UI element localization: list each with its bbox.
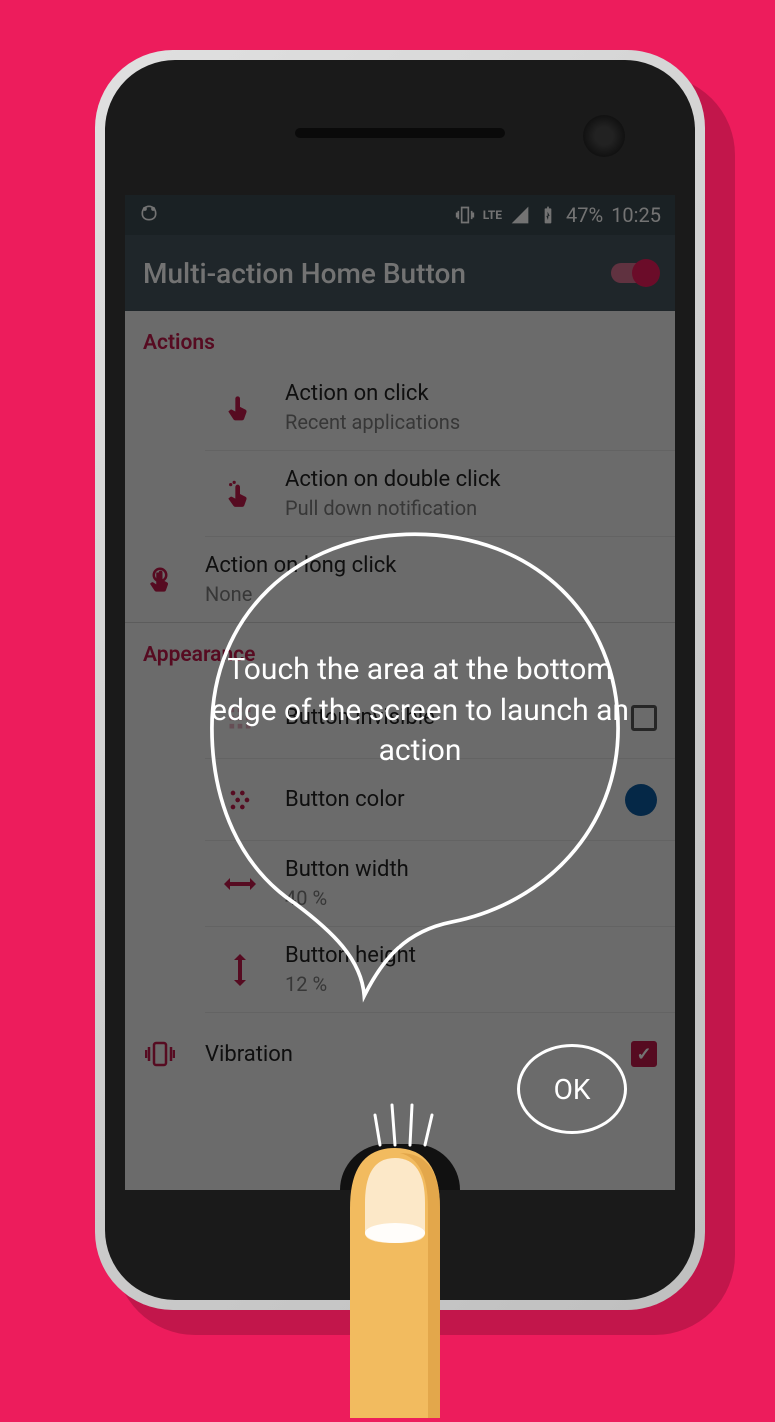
vibrate-icon xyxy=(455,205,475,225)
battery-text: 47% xyxy=(566,203,603,227)
item-subtitle: Recent applications xyxy=(285,410,657,434)
width-arrow-icon xyxy=(223,874,257,894)
ok-button[interactable]: OK xyxy=(517,1044,627,1134)
vibration-icon xyxy=(143,1041,177,1067)
item-title: Action on long click xyxy=(205,553,657,578)
actions-section-header: Actions xyxy=(125,311,675,365)
battery-charging-icon xyxy=(538,205,558,225)
phone-frame: LTE 47% 10:25 Multi-action Home Button A… xyxy=(95,50,705,1310)
app-bar: Multi-action Home Button xyxy=(125,235,675,311)
home-button-target[interactable] xyxy=(340,1144,460,1190)
button-width-item[interactable]: Button width 40 % xyxy=(205,841,675,927)
signal-icon xyxy=(510,205,530,225)
speaker-grill xyxy=(295,128,505,138)
button-height-item[interactable]: Button height 12 % xyxy=(205,927,675,1013)
item-title: Action on double click xyxy=(285,467,657,492)
color-preview xyxy=(625,784,657,816)
dots-icon xyxy=(223,786,257,814)
clock-text: 10:25 xyxy=(611,203,661,227)
tap-icon xyxy=(223,393,257,423)
vibration-checkbox[interactable] xyxy=(631,1041,657,1067)
double-tap-icon xyxy=(223,479,257,509)
item-title: Button height xyxy=(285,943,657,968)
screen: LTE 47% 10:25 Multi-action Home Button A… xyxy=(125,195,675,1190)
status-bar: LTE 47% 10:25 xyxy=(125,195,675,235)
item-subtitle: None xyxy=(205,582,657,606)
cyanogen-icon xyxy=(139,203,159,223)
phone-inner: LTE 47% 10:25 Multi-action Home Button A… xyxy=(105,60,695,1300)
item-title: Button width xyxy=(285,857,657,882)
item-title: Action on click xyxy=(285,381,657,406)
status-right: LTE 47% 10:25 xyxy=(455,203,661,227)
tutorial-text: Touch the area at the bottom edge of the… xyxy=(210,650,630,772)
status-left xyxy=(139,203,159,228)
enable-toggle[interactable] xyxy=(611,263,657,283)
lte-label: LTE xyxy=(483,208,502,222)
height-arrow-icon xyxy=(223,954,257,986)
long-press-icon xyxy=(143,565,177,595)
action-on-double-click-item[interactable]: Action on double click Pull down notific… xyxy=(205,451,675,537)
item-subtitle: 40 % xyxy=(285,886,657,910)
app-title: Multi-action Home Button xyxy=(143,257,611,290)
action-on-long-click-item[interactable]: Action on long click None xyxy=(125,537,675,622)
item-subtitle: Pull down notification xyxy=(285,496,657,520)
item-title: Button color xyxy=(285,787,597,812)
front-camera xyxy=(583,115,625,157)
action-on-click-item[interactable]: Action on click Recent applications xyxy=(205,365,675,451)
invisible-checkbox[interactable] xyxy=(631,705,657,731)
ok-label: OK xyxy=(554,1073,591,1106)
item-subtitle: 12 % xyxy=(285,972,657,996)
